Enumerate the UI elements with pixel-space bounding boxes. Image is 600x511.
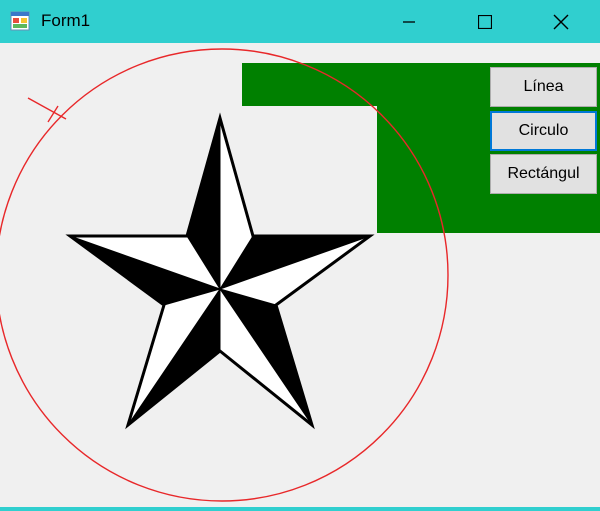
window-title: Form1: [41, 11, 91, 30]
linea-button[interactable]: Línea: [490, 67, 597, 107]
window-bottom-border: [0, 507, 600, 511]
rectangulo-button[interactable]: Rectángul: [490, 154, 597, 194]
red-line: [27, 97, 67, 120]
app-icon: [10, 11, 30, 31]
title-bar[interactable]: Form1: [0, 0, 600, 43]
close-button[interactable]: [523, 0, 599, 43]
circulo-button[interactable]: Circulo: [490, 111, 597, 151]
nautical-star: [65, 112, 375, 430]
close-icon: [553, 14, 569, 29]
form-client-area: Línea Circulo Rectángul: [0, 43, 600, 507]
minimize-icon: [403, 20, 415, 23]
maximize-button[interactable]: [447, 0, 523, 43]
minimize-button[interactable]: [371, 0, 447, 43]
maximize-icon: [478, 14, 492, 29]
form-window: Form1 Línea Circulo Rectángul: [0, 0, 600, 511]
